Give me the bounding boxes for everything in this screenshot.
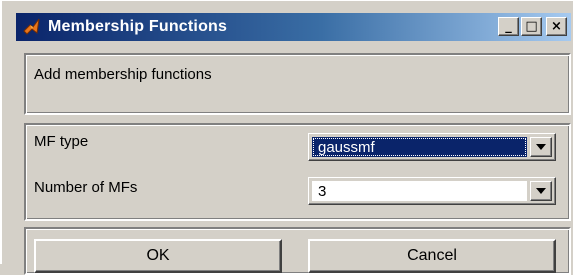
num-mfs-value: 3 [312,181,527,201]
title-bar[interactable]: Membership Functions _ □ × [16,13,571,41]
close-icon: × [551,19,562,34]
chevron-down-icon [536,188,546,194]
mf-type-select[interactable]: gaussmf [308,133,556,161]
ok-button[interactable]: OK [34,239,282,273]
close-button[interactable]: × [546,17,567,36]
window-title: Membership Functions [48,18,228,35]
window-controls: _ □ × [498,17,567,36]
mf-type-value: gaussmf [312,137,527,157]
minimize-button[interactable]: _ [498,17,519,36]
membership-functions-window: Membership Functions _ □ × Add membershi… [0,0,573,275]
maximize-button[interactable]: □ [521,17,542,36]
header-label: Add membership functions [34,66,212,83]
chevron-down-icon [536,144,546,150]
minimize-icon: _ [505,19,512,34]
mf-type-label: MF type [34,133,89,150]
matlab-icon [22,17,42,37]
num-mfs-dropdown-button[interactable] [530,181,552,201]
header-frame [24,53,571,115]
num-mfs-label: Number of MFs [34,179,138,196]
mf-type-dropdown-button[interactable] [530,137,552,157]
maximize-icon: □ [525,19,538,34]
cancel-button[interactable]: Cancel [308,239,556,273]
num-mfs-select[interactable]: 3 [308,177,556,205]
